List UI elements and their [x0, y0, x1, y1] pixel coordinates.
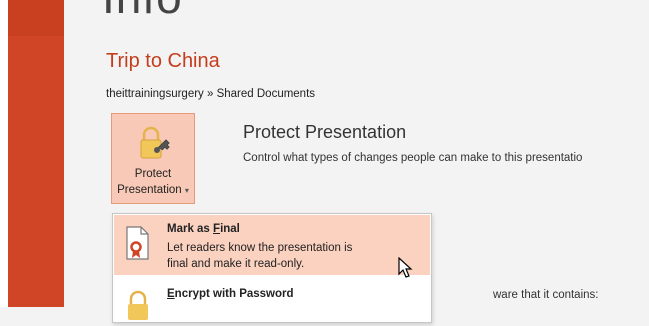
protect-presentation-button[interactable]: Protect Presentation ▾ [111, 113, 195, 204]
chevron-down-icon: ▾ [184, 186, 189, 195]
protect-button-label: Protect Presentation ▾ [117, 168, 189, 196]
menu-item-encrypt-with-password[interactable]: Encrypt with Password [114, 280, 430, 320]
lock-icon [128, 290, 148, 320]
section-description: Control what types of changes people can… [243, 152, 583, 164]
menu-item-mark-as-final[interactable]: Mark as Final Let readers know the prese… [114, 215, 430, 275]
document-path[interactable]: theittrainingsurgery » Shared Documents [106, 88, 315, 100]
section-title: Protect Presentation [243, 122, 407, 142]
page-heading: Info [102, 0, 183, 24]
mark-final-icon [126, 226, 149, 260]
menu-item-description: Let readers know the presentation is fin… [167, 242, 353, 270]
partially-hidden-text: ware that it contains: [493, 289, 599, 301]
menu-item-title: Encrypt with Password [167, 288, 294, 300]
window-edge [0, 0, 8, 307]
lock-key-icon [140, 126, 170, 159]
menu-item-title: Mark as Final [167, 223, 240, 235]
backstage-nav [8, 0, 64, 307]
document-title: Trip to China [106, 50, 220, 72]
mouse-cursor-icon [398, 257, 413, 278]
